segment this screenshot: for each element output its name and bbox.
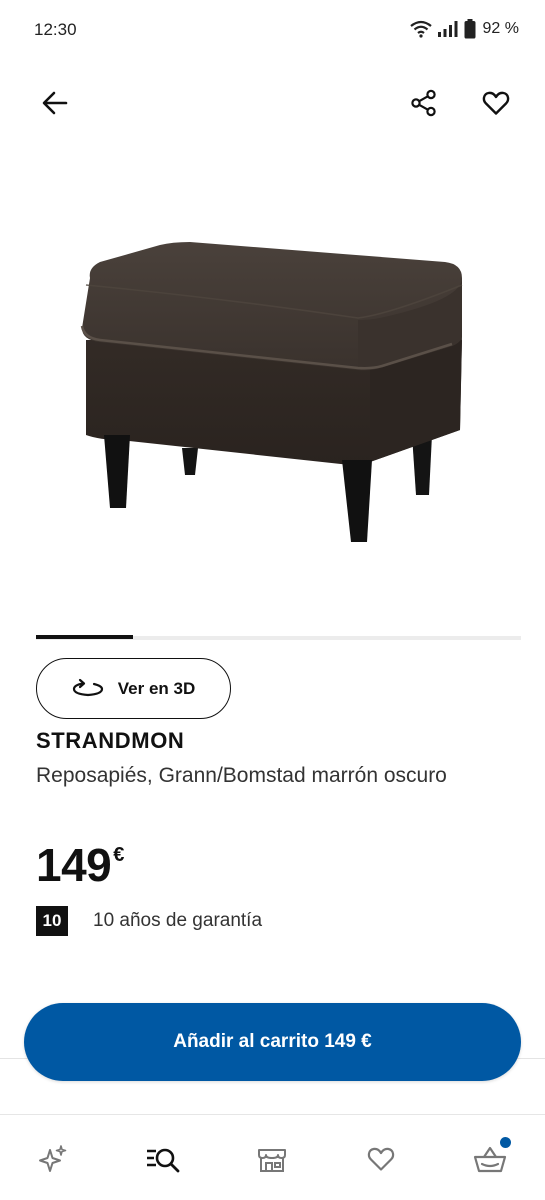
warranty-info: 10 10 años de garantía	[36, 906, 262, 936]
nav-basket[interactable]	[468, 1137, 512, 1181]
rotate-3d-icon	[72, 678, 103, 696]
battery-percent: 92 %	[482, 20, 519, 37]
search-list-icon	[147, 1148, 180, 1173]
battery-icon	[464, 19, 476, 39]
carousel-active-segment	[36, 635, 133, 639]
signal-icon	[437, 20, 459, 38]
top-app-bar	[0, 78, 545, 128]
share-button[interactable]	[402, 81, 446, 125]
nav-search[interactable]	[141, 1137, 185, 1181]
nav-favourites[interactable]	[359, 1137, 403, 1181]
price-amount: 149	[36, 839, 112, 891]
carousel-indicator	[36, 635, 521, 640]
view-3d-button[interactable]: Ver en 3D	[36, 658, 231, 719]
product-image[interactable]	[60, 190, 480, 570]
warranty-text: 10 años de garantía	[93, 910, 263, 931]
back-arrow-icon	[42, 91, 68, 115]
nav-inspiration[interactable]	[31, 1137, 75, 1181]
price-currency: €	[113, 844, 125, 866]
nav-store[interactable]	[250, 1137, 294, 1181]
view-3d-label: Ver en 3D	[117, 678, 196, 698]
product-name: STRANDMON	[36, 728, 185, 753]
status-time: 12:30	[34, 20, 77, 39]
back-button[interactable]	[33, 81, 77, 125]
product-price: 149 €	[36, 838, 124, 892]
sparkle-icon	[39, 1145, 67, 1172]
status-icons: 92 %	[409, 19, 519, 39]
basket-icon	[473, 1146, 507, 1173]
product-description: Reposapiés, Grann/Bomstad marrón oscuro	[36, 764, 447, 787]
basket-badge	[500, 1137, 511, 1148]
add-to-cart-button[interactable]: Añadir al carrito 149 €	[24, 1003, 521, 1081]
wifi-icon	[409, 20, 432, 38]
favorite-button[interactable]	[474, 81, 518, 125]
bottom-navigation	[0, 1114, 545, 1200]
share-icon	[411, 89, 436, 117]
add-to-cart-label: Añadir al carrito 149 €	[173, 1031, 372, 1052]
status-bar: 12:30 92 %	[0, 0, 545, 60]
store-icon	[258, 1149, 286, 1172]
footstool-image	[80, 242, 463, 542]
warranty-badge: 10	[36, 906, 68, 936]
heart-icon	[367, 1147, 395, 1171]
heart-icon	[482, 91, 510, 115]
